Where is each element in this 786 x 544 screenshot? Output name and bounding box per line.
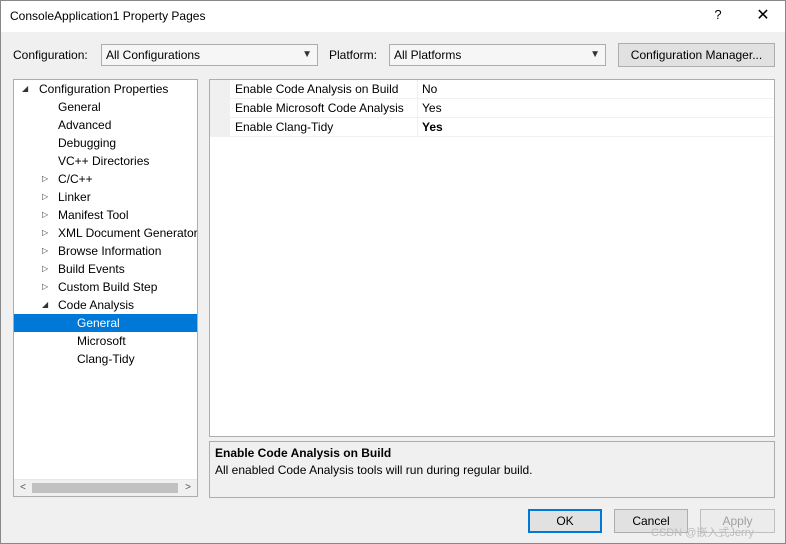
property-value[interactable]: Yes [422,118,443,136]
property-name: Enable Microsoft Code Analysis [235,99,418,117]
platform-value: All Platforms [394,48,462,62]
collapsed-icon[interactable]: ▷ [42,278,48,296]
tree-item-label: Clang-Tidy [77,352,135,366]
chevron-down-icon: ▼ [302,49,312,60]
tree-item-build-events[interactable]: ▷ Build Events [14,260,197,278]
property-row[interactable]: Enable Microsoft Code Analysis Yes [210,99,774,118]
scroll-left-icon[interactable]: < [16,481,30,495]
tree-item-xml-document-generator[interactable]: ▷ XML Document Generator [14,224,197,242]
expanded-icon[interactable]: ◢ [42,296,48,314]
configuration-manager-button[interactable]: Configuration Manager... [618,43,775,67]
collapsed-icon[interactable]: ▷ [42,170,48,188]
description-panel: Enable Code Analysis on Build All enable… [209,441,775,498]
collapsed-icon[interactable]: ▷ [42,206,48,224]
watermark: CSDN @嵌入式Jerry [651,527,754,539]
tree-item-code-analysis-general[interactable]: General [14,314,197,332]
row-gutter [210,80,230,98]
tree-item-code-analysis-clang-tidy[interactable]: Clang-Tidy [14,350,197,368]
tree-item-label: General [77,316,120,330]
category-tree[interactable]: ◢ Configuration Properties General Advan… [13,79,198,497]
ok-button[interactable]: OK [528,509,602,533]
scroll-right-icon[interactable]: > [181,481,195,495]
description-text: All enabled Code Analysis tools will run… [215,463,533,477]
configuration-combo[interactable]: All Configurations ▼ [101,44,318,66]
row-gutter [210,118,230,136]
expanded-icon[interactable]: ◢ [22,80,28,98]
property-value[interactable]: Yes [422,99,442,117]
tree-item-label: General [58,100,101,114]
tree-item-configuration-properties[interactable]: ◢ Configuration Properties [14,80,197,98]
tree-item-label: VC++ Directories [58,154,150,168]
tree-item-general[interactable]: General [14,98,197,116]
tree-item-label: Build Events [58,262,125,276]
tree-horizontal-scrollbar[interactable]: < > [14,479,197,496]
tree-item-label: Linker [58,190,91,204]
property-name: Enable Code Analysis on Build [235,80,418,98]
tree-item-label: Configuration Properties [39,82,169,96]
tree-item-manifest-tool[interactable]: ▷ Manifest Tool [14,206,197,224]
title-bar: ConsoleApplication1 Property Pages ? ✕ [1,1,785,32]
tree-item-label: C/C++ [58,172,93,186]
chevron-down-icon: ▼ [590,49,600,60]
tree-item-vc-directories[interactable]: VC++ Directories [14,152,197,170]
property-value[interactable]: No [422,80,437,98]
configuration-label: Configuration: [13,48,88,62]
property-grid: Enable Code Analysis on Build No Enable … [209,79,775,437]
platform-label: Platform: [329,48,378,62]
collapsed-icon[interactable]: ▷ [42,260,48,278]
tree-item-label: Browse Information [58,244,162,258]
tree-item-c-cpp[interactable]: ▷ C/C++ [14,170,197,188]
tree-item-label: Manifest Tool [58,208,129,222]
tree-item-code-analysis[interactable]: ◢ Code Analysis [14,296,197,314]
tree-item-browse-information[interactable]: ▷ Browse Information [14,242,197,260]
tree-item-debugging[interactable]: Debugging [14,134,197,152]
property-name: Enable Clang-Tidy [235,118,418,136]
tree-item-label: Custom Build Step [58,280,158,294]
property-row[interactable]: Enable Code Analysis on Build No [210,80,774,99]
description-title: Enable Code Analysis on Build [215,446,392,460]
tree-item-label: Debugging [58,136,117,150]
tree-item-linker[interactable]: ▷ Linker [14,188,197,206]
tree-item-advanced[interactable]: Advanced [14,116,197,134]
scrollbar-thumb[interactable] [32,483,178,493]
collapsed-icon[interactable]: ▷ [42,224,48,242]
collapsed-icon[interactable]: ▷ [42,242,48,260]
tree-item-label: Advanced [58,118,112,132]
tree-item-code-analysis-microsoft[interactable]: Microsoft [14,332,197,350]
row-gutter [210,99,230,117]
tree-item-label: Code Analysis [58,298,135,312]
close-button[interactable]: ✕ [746,5,780,27]
help-button[interactable]: ? [706,7,730,27]
collapsed-icon[interactable]: ▷ [42,188,48,206]
tree-item-label: Microsoft [77,334,126,348]
platform-combo[interactable]: All Platforms ▼ [389,44,606,66]
property-pages-dialog: ConsoleApplication1 Property Pages ? ✕ C… [0,0,786,544]
property-row[interactable]: Enable Clang-Tidy Yes [210,118,774,137]
tree-item-custom-build-step[interactable]: ▷ Custom Build Step [14,278,197,296]
window-title: ConsoleApplication1 Property Pages [10,9,206,23]
configuration-value: All Configurations [106,48,201,62]
tree-item-label: XML Document Generator [58,226,198,240]
